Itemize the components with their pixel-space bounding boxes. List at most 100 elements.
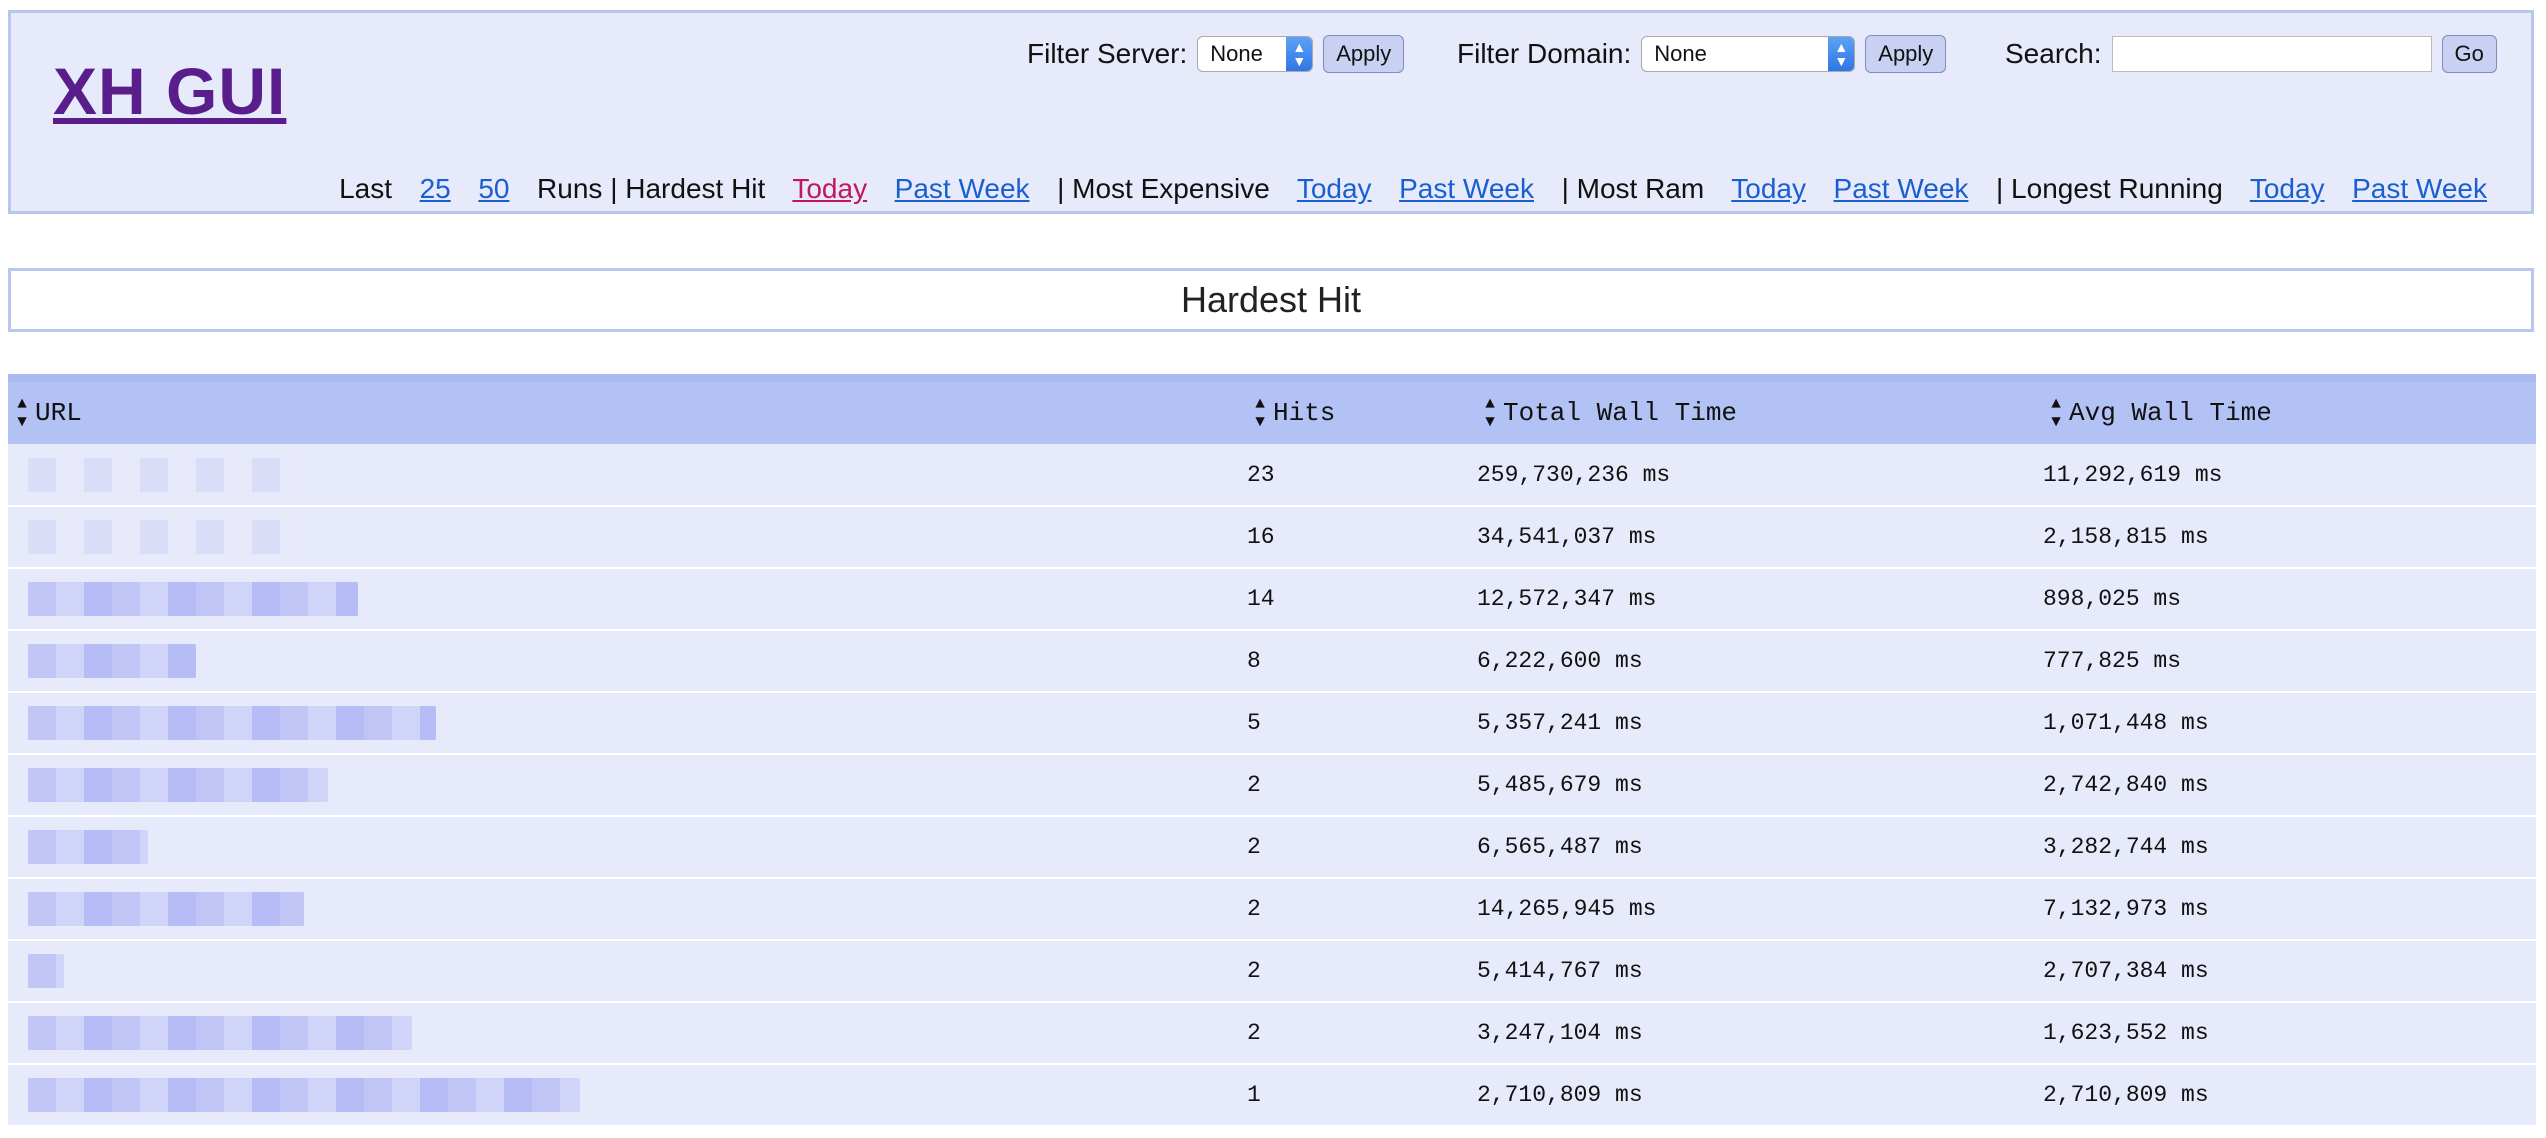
table-row[interactable]: 2 5,485,679 ms 2,742,840 ms: [8, 754, 2536, 816]
cell-hits: 2: [1247, 896, 1261, 922]
redacted-url: [28, 954, 64, 988]
cell-url[interactable]: [8, 1002, 1246, 1064]
cell-total-wall-time: 2,710,809 ms: [1477, 1082, 1643, 1108]
cell-url[interactable]: [8, 878, 1246, 940]
table-row[interactable]: 1 2,710,809 ms 2,710,809 ms: [8, 1064, 2536, 1126]
filter-server-apply-button[interactable]: Apply: [1323, 35, 1405, 73]
nav-longest-running-label: Longest Running: [2011, 173, 2223, 204]
nav-hardest-hit-today-link[interactable]: Today: [792, 173, 867, 204]
cell-avg-wall-time: 7,132,973 ms: [2043, 896, 2209, 922]
redacted-url: [28, 1078, 580, 1112]
table-row[interactable]: 2 14,265,945 ms 7,132,973 ms: [8, 878, 2536, 940]
cell-url[interactable]: [8, 816, 1246, 878]
redacted-url: [28, 1016, 412, 1050]
cell-hits: 2: [1247, 1020, 1261, 1046]
cell-hits: 2: [1247, 834, 1261, 860]
nav-runs-label: Runs: [537, 173, 603, 204]
cell-url[interactable]: [8, 754, 1246, 816]
column-header-avg-wall-time[interactable]: ▲ ▼ Avg Wall Time: [2042, 382, 2536, 444]
sort-icon: ▲ ▼: [1485, 395, 1495, 431]
nav-longest-running-today-link[interactable]: Today: [2250, 173, 2325, 204]
redacted-url: [28, 644, 196, 678]
table-row[interactable]: 2 6,565,487 ms 3,282,744 ms: [8, 816, 2536, 878]
nav-most-ram-today-link[interactable]: Today: [1731, 173, 1806, 204]
chevron-updown-icon: ▲ ▼: [1828, 37, 1855, 71]
filter-server-label: Filter Server:: [1027, 38, 1188, 69]
table-row[interactable]: 2 3,247,104 ms 1,623,552 ms: [8, 1002, 2536, 1064]
table-row[interactable]: 2 5,414,767 ms 2,707,384 ms: [8, 940, 2536, 1002]
search-label: Search:: [2005, 38, 2102, 69]
cell-avg-wall-time: 2,742,840 ms: [2043, 772, 2209, 798]
cell-avg-wall-time: 11,292,619 ms: [2043, 461, 2223, 488]
cell-hits: 8: [1247, 648, 1261, 674]
cell-url[interactable]: [8, 630, 1246, 692]
cell-avg-wall-time: 1,623,552 ms: [2043, 1020, 2209, 1046]
table-row[interactable]: 23 259,730,236 ms 11,292,619 ms: [8, 444, 2536, 506]
page-title-box: Hardest Hit: [8, 268, 2534, 332]
nav-separator: |: [1995, 173, 2004, 204]
nav-last-50-link[interactable]: 50: [478, 173, 509, 204]
column-header-total-wall-time[interactable]: ▲ ▼ Total Wall Time: [1476, 382, 2042, 444]
cell-total-wall-time: 5,485,679 ms: [1477, 772, 1643, 798]
cell-hits: 2: [1247, 958, 1261, 984]
redacted-url: [28, 520, 298, 554]
cell-total-wall-time: 34,541,037 ms: [1477, 524, 1657, 550]
cell-url[interactable]: [8, 1064, 1246, 1126]
table-row[interactable]: 16 34,541,037 ms 2,158,815 ms: [8, 506, 2536, 568]
cell-avg-wall-time: 3,282,744 ms: [2043, 834, 2209, 860]
nav-most-expensive-today-link[interactable]: Today: [1297, 173, 1372, 204]
cell-total-wall-time: 259,730,236 ms: [1477, 461, 1671, 488]
page-title: Hardest Hit: [1180, 279, 1362, 320]
filter-domain-select[interactable]: None ▲ ▼: [1641, 36, 1856, 72]
table-body: 23 259,730,236 ms 11,292,619 ms 16 34,541,03…: [8, 444, 2536, 1126]
cell-hits: 2: [1247, 772, 1261, 798]
cell-hits: 16: [1247, 524, 1275, 550]
redacted-url: [28, 892, 304, 926]
filter-domain-label: Filter Domain:: [1457, 38, 1632, 69]
cell-total-wall-time: 6,222,600 ms: [1477, 648, 1643, 674]
nav-hardest-hit-label: Hardest Hit: [625, 173, 766, 204]
cell-avg-wall-time: 2,710,809 ms: [2043, 1082, 2209, 1108]
search-input[interactable]: [2111, 36, 2432, 72]
cell-total-wall-time: 12,572,347 ms: [1477, 586, 1657, 612]
cell-total-wall-time: 14,265,945 ms: [1477, 896, 1657, 922]
column-header-url[interactable]: ▲ ▼ URL: [8, 382, 1246, 444]
search-go-button[interactable]: Go: [2441, 35, 2497, 73]
cell-total-wall-time: 5,357,241 ms: [1477, 710, 1643, 736]
nav-hardest-hit-past-week-link[interactable]: Past Week: [895, 173, 1030, 204]
nav-most-expensive-label: Most Expensive: [1072, 173, 1270, 204]
cell-total-wall-time: 6,565,487 ms: [1477, 834, 1643, 860]
cell-total-wall-time: 3,247,104 ms: [1477, 1020, 1643, 1046]
redacted-url: [28, 457, 298, 492]
nav-most-ram-past-week-link[interactable]: Past Week: [1834, 173, 1969, 204]
cell-url[interactable]: [8, 506, 1246, 568]
table-row[interactable]: 14 12,572,347 ms 898,025 ms: [8, 568, 2536, 630]
app-logo-link[interactable]: XH GUI: [53, 53, 286, 129]
nav-last-label: Last: [339, 173, 393, 204]
cell-url[interactable]: [8, 692, 1246, 754]
table-header-row: ▲ ▼ URL ▲ ▼ Hits ▲ ▼ Total Wall Time ▲ ▼ Avg Wal…: [8, 382, 2536, 444]
cell-url[interactable]: [8, 444, 1246, 506]
header: XH GUI Filter Server: None ▲ ▼ Apply Filt…: [8, 10, 2534, 214]
cell-url[interactable]: [8, 568, 1246, 630]
table-row[interactable]: 8 6,222,600 ms 777,825 ms: [8, 630, 2536, 692]
nav-separator: |: [1561, 173, 1569, 204]
column-header-hits[interactable]: ▲ ▼ Hits: [1246, 382, 1476, 444]
cell-avg-wall-time: 898,025 ms: [2043, 586, 2182, 612]
nav-bar: Last 25 50 Runs | Hardest Hit Today Past…: [339, 173, 2487, 205]
cell-url[interactable]: [8, 940, 1246, 1002]
cell-total-wall-time: 5,414,767 ms: [1477, 958, 1643, 984]
results-table: ▲ ▼ URL ▲ ▼ Hits ▲ ▼ Total Wall Time ▲ ▼ Avg Wal…: [8, 382, 2536, 1127]
nav-longest-running-past-week-link[interactable]: Past Week: [2352, 173, 2487, 204]
cell-hits: 23: [1247, 461, 1275, 488]
chevron-updown-icon: ▲ ▼: [1286, 37, 1313, 71]
nav-most-expensive-past-week-link[interactable]: Past Week: [1399, 173, 1534, 204]
sort-icon: ▲ ▼: [2051, 395, 2061, 431]
filter-server-select[interactable]: None ▲ ▼: [1197, 36, 1314, 72]
nav-last-25-link[interactable]: 25: [420, 173, 451, 204]
cell-avg-wall-time: 2,158,815 ms: [2043, 524, 2209, 550]
cell-avg-wall-time: 1,071,448 ms: [2043, 710, 2209, 736]
filter-domain-apply-button[interactable]: Apply: [1865, 35, 1947, 73]
table-row[interactable]: 5 5,357,241 ms 1,071,448 ms: [8, 692, 2536, 754]
results-table-wrap: ▲ ▼ URL ▲ ▼ Hits ▲ ▼ Total Wall Time ▲ ▼ Avg Wal…: [8, 374, 2536, 1127]
